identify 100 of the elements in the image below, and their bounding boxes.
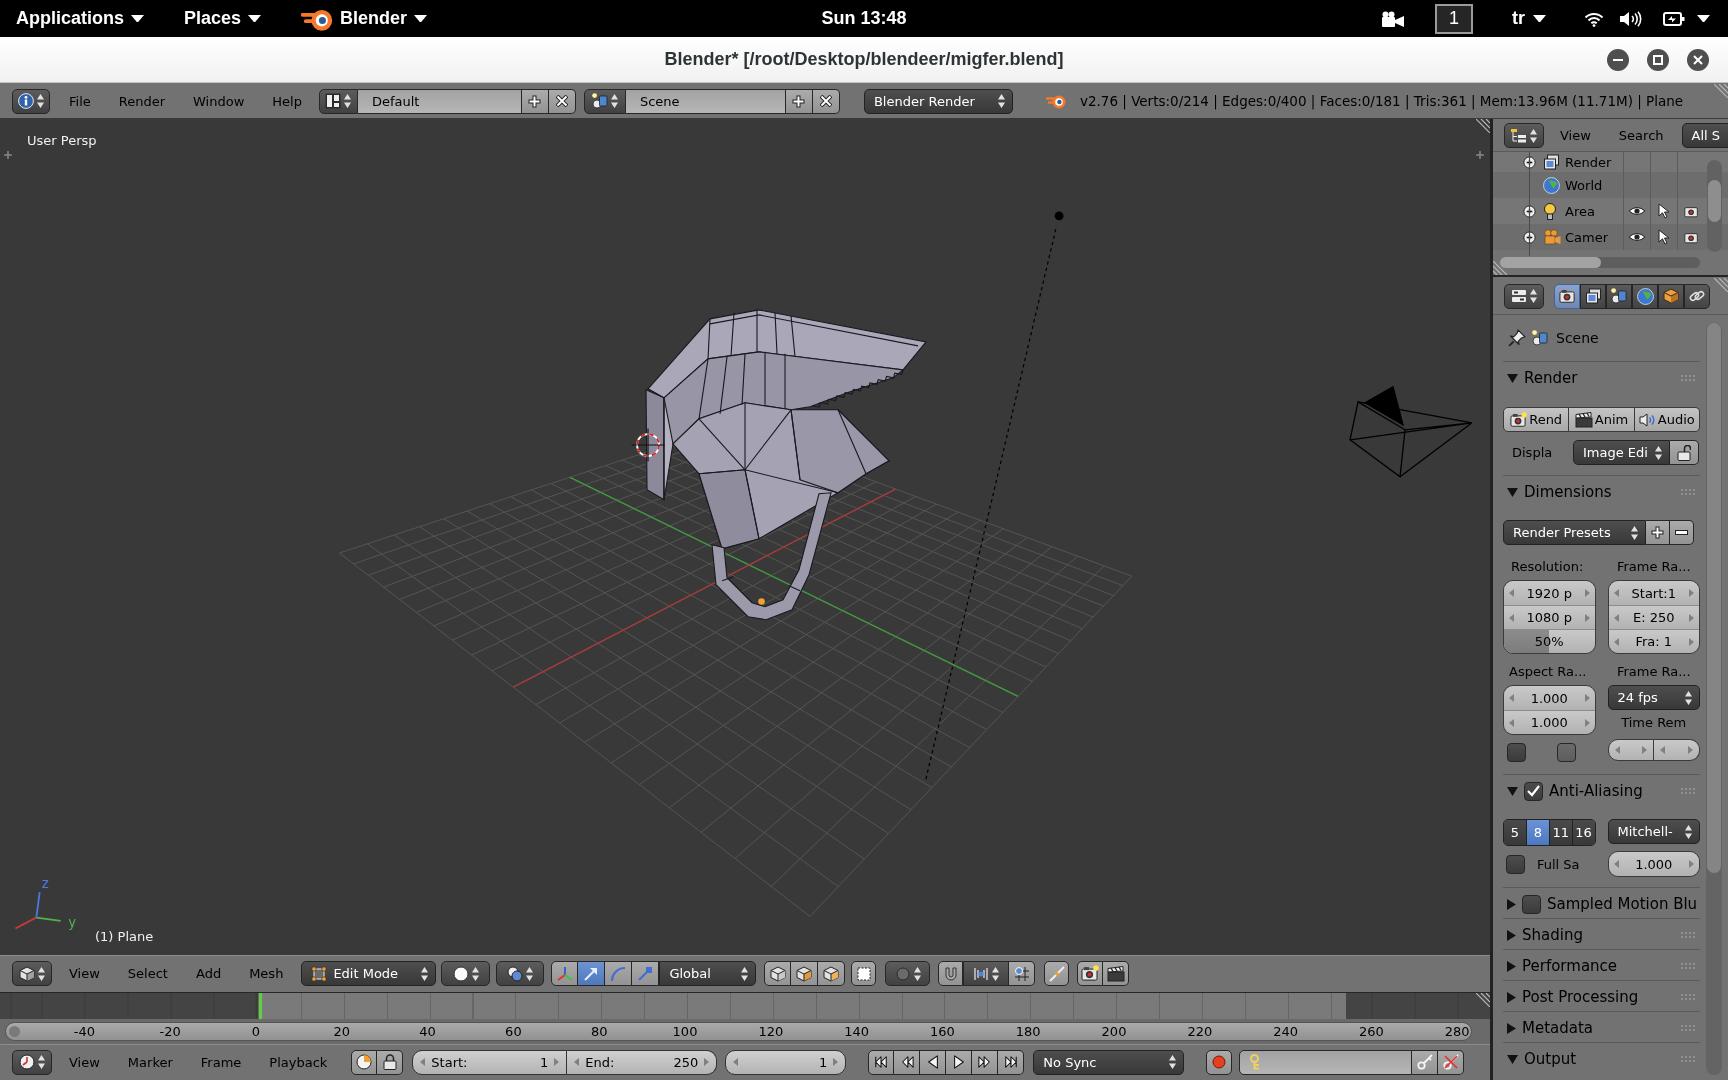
layout-name-field[interactable]: Default	[357, 88, 522, 114]
top-menu[interactable]: Applications	[16, 8, 144, 29]
snap-button[interactable]	[938, 961, 964, 986]
sample-count-button[interactable]: 8	[1525, 820, 1549, 845]
pivot-dropdown[interactable]	[496, 961, 545, 986]
delete-scene-button[interactable]	[812, 88, 840, 114]
outliner-item[interactable]: Camer	[1565, 229, 1623, 245]
preview-range-button[interactable]	[351, 1049, 378, 1075]
context-tab[interactable]	[1606, 283, 1632, 309]
editor-type-selector[interactable]	[1504, 123, 1544, 148]
occlude-button[interactable]	[851, 961, 877, 986]
align-button[interactable]	[1044, 961, 1070, 986]
mode-dropdown[interactable]: Edit Mode	[301, 961, 437, 986]
menu-item[interactable]: Search	[1604, 128, 1678, 143]
context-tab[interactable]	[1580, 283, 1606, 309]
scene-name-field[interactable]: Scene	[625, 88, 786, 114]
frame-ruler[interactable]: -40 -20 0 20 40 60 80 100 120 140 160 180 200 220 240 260 280	[5, 1022, 1472, 1041]
battery-icon[interactable]	[1663, 10, 1685, 27]
triangle-right-icon[interactable]	[1507, 929, 1516, 941]
context-tab[interactable]	[1632, 283, 1658, 309]
keying-set-field[interactable]	[1239, 1049, 1413, 1075]
menu-item[interactable]: Frame	[186, 1054, 256, 1070]
number-field[interactable]: 1.000	[1608, 852, 1699, 876]
render-button[interactable]: Anim	[1569, 407, 1635, 432]
menu-item[interactable]: View	[55, 1054, 114, 1070]
panel-title[interactable]: Performance	[1522, 957, 1618, 975]
triangle-right-icon[interactable]	[1507, 898, 1516, 910]
playback-button[interactable]	[868, 1049, 895, 1075]
sync-dropdown[interactable]: No Sync	[1033, 1049, 1185, 1075]
plus-circle-icon[interactable]	[1523, 204, 1536, 218]
menu-item[interactable]: Select	[113, 966, 182, 981]
context-tab[interactable]	[1554, 283, 1580, 309]
manipulator-button[interactable]	[551, 961, 579, 986]
checkbox[interactable]	[1507, 743, 1526, 762]
outliner-item[interactable]: Area	[1565, 203, 1623, 219]
speaker-icon[interactable]	[1620, 10, 1642, 27]
proportional-dropdown[interactable]	[885, 961, 931, 986]
number-field[interactable]: Fra: 1	[1608, 629, 1699, 653]
filter-dropdown[interactable]: All S	[1681, 123, 1728, 148]
editor-type-selector[interactable]	[1504, 283, 1544, 309]
triangle-right-icon[interactable]	[1507, 960, 1516, 972]
manipulator-button[interactable]	[605, 961, 633, 986]
maximize-button[interactable]	[1647, 48, 1669, 71]
current-frame-field[interactable]: 1	[725, 1049, 847, 1075]
context-tab[interactable]	[1658, 283, 1684, 309]
scrollbar-track[interactable]	[1707, 160, 1722, 252]
presets-dropdown[interactable]: Render Presets	[1503, 520, 1646, 545]
panel-title[interactable]: Metadata	[1522, 1019, 1594, 1037]
end-frame-field[interactable]: End: 250	[567, 1049, 718, 1075]
render-button[interactable]: Rend	[1503, 407, 1570, 432]
number-field[interactable]: 1080 p	[1504, 605, 1595, 629]
outliner-item[interactable]: World	[1565, 177, 1623, 193]
plus-circle-icon[interactable]	[1523, 230, 1536, 244]
timeline-track[interactable]	[0, 992, 1490, 1019]
vertex-select-button[interactable]	[764, 961, 792, 986]
outliner-item[interactable]: Render	[1565, 154, 1623, 170]
scrollbar-thumb[interactable]	[1708, 180, 1721, 222]
render-button[interactable]: Audio	[1634, 407, 1700, 432]
checkbox[interactable]	[1522, 894, 1541, 914]
context-tab[interactable]	[1684, 283, 1710, 309]
scrollbar-track[interactable]	[1706, 323, 1722, 1075]
editor-type-selector[interactable]	[12, 88, 50, 114]
video-camera-icon[interactable]	[1382, 10, 1404, 27]
filter-dropdown[interactable]: Mitchell-	[1607, 819, 1700, 844]
menu-item[interactable]: View	[55, 966, 114, 981]
playback-button[interactable]	[972, 1049, 999, 1075]
panel-title[interactable]: Post Processing	[1522, 988, 1639, 1006]
menu-item[interactable]: Window	[179, 93, 259, 109]
workspace-indicator[interactable]: 1	[1435, 3, 1473, 34]
menu-item[interactable]: Render	[104, 93, 180, 109]
scene-selector[interactable]	[583, 88, 626, 114]
number-field[interactable]: Start:1	[1608, 581, 1699, 605]
number-field[interactable]: E: 250	[1608, 605, 1699, 629]
menu-item[interactable]: Mesh	[235, 966, 298, 981]
face-select-button[interactable]	[818, 961, 846, 986]
menu-item[interactable]: Add	[181, 966, 236, 981]
render-animation-button[interactable]	[1103, 961, 1130, 986]
scrollbar-track[interactable]	[1500, 257, 1700, 268]
triangle-down-icon[interactable]	[1507, 1054, 1518, 1064]
panel-title[interactable]: Dimensions	[1524, 483, 1612, 501]
frame-rate-dropdown[interactable]: 24 fps	[1607, 685, 1700, 710]
snap-target-button[interactable]	[1009, 961, 1036, 986]
menu-item[interactable]: Marker	[113, 1054, 187, 1070]
editor-type-selector[interactable]	[12, 1049, 52, 1075]
minimize-button[interactable]	[1607, 48, 1629, 71]
start-frame-field[interactable]: Start: 1	[412, 1049, 568, 1075]
panel-title[interactable]: Anti-Aliasing	[1549, 782, 1643, 800]
wifi-icon[interactable]	[1584, 10, 1604, 27]
render-engine-dropdown[interactable]: Blender Render	[863, 88, 1013, 114]
layout-selector[interactable]	[318, 88, 358, 114]
checkbox[interactable]	[1506, 854, 1525, 874]
add-preset-button[interactable]	[1646, 520, 1670, 545]
edge-select-button[interactable]	[791, 961, 819, 986]
clock-menu[interactable]: Sun 13:48	[821, 8, 907, 29]
menu-item[interactable]: View	[1546, 128, 1605, 143]
number-field[interactable]	[1654, 739, 1700, 761]
record-button[interactable]	[1206, 1049, 1233, 1075]
plus-circle-icon[interactable]	[1523, 155, 1536, 169]
top-menu[interactable]: Blender	[301, 5, 428, 32]
sample-count-button[interactable]: 5	[1504, 820, 1526, 845]
